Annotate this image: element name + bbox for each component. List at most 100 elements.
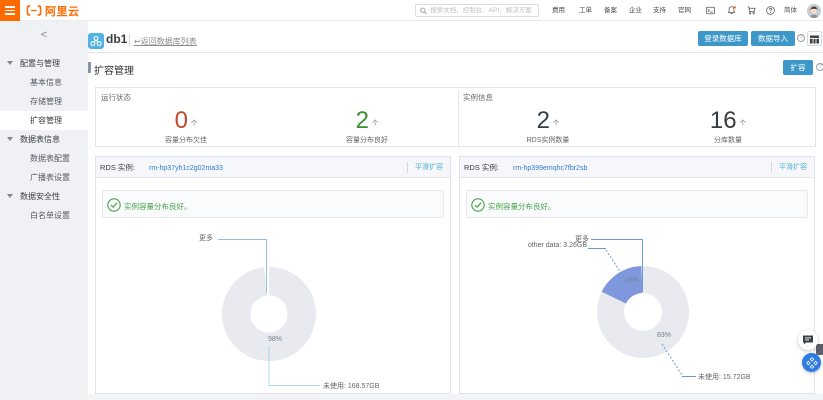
stat-label: 容量分布欠佳 — [126, 135, 246, 145]
language-switch[interactable]: 简体 — [784, 0, 797, 21]
stat-value: 16 — [710, 107, 737, 134]
aliyun-logo-icon — [26, 4, 42, 17]
database-icon — [88, 33, 104, 49]
divider — [771, 162, 772, 173]
expand-button[interactable]: 扩容 — [783, 60, 813, 75]
sidebar-item-broadcast[interactable]: 广播表设置 — [0, 168, 88, 187]
stat-unit: 个 — [740, 120, 747, 127]
speech-bubble-icon — [802, 335, 814, 346]
db-name: db1 — [106, 32, 127, 46]
sidebar-group-label: 数据表信息 — [20, 135, 60, 144]
chart-label-unused: 未使用: 168.57GB — [323, 381, 379, 391]
stat-capacity-poor: 0个 容量分布欠佳 — [126, 104, 246, 145]
data-import-button[interactable]: 数据导入 — [751, 31, 795, 46]
hamburger-menu-icon[interactable] — [0, 0, 20, 21]
stat-unit: 个 — [372, 120, 379, 127]
assistant-fab[interactable] — [802, 353, 821, 372]
main-content: db1 ↩返回数据库列表 登录数据库 数据导入 ? 扩容管理 扩容 ? 运行状态… — [88, 21, 823, 400]
sidebar-nav: 配置与管理 基本信息 存储管理 扩容管理 数据表信息 数据表配置 广播表设置 数… — [0, 54, 88, 225]
back-link-text: 返回数据库列表 — [141, 37, 197, 46]
aliyun-logo[interactable]: 阿里云 — [26, 3, 80, 18]
layout-grid-icon[interactable] — [807, 31, 822, 46]
topnav-icp[interactable]: 备案 — [604, 0, 617, 21]
smooth-scaleout-link[interactable]: 平滑扩容 — [779, 157, 807, 178]
chart-label-pct: 98% — [261, 336, 289, 343]
stat-rds-count: 2个 RDS实例数量 — [488, 104, 608, 145]
chart-label-other: other data: 3.26GB — [490, 242, 587, 249]
divider — [458, 90, 459, 146]
stat-value: 2 — [537, 107, 550, 134]
chart-label-more: 更多 — [177, 233, 213, 243]
stats-right-title: 实例信息 — [463, 92, 493, 103]
sidebar-group-label: 数据安全性 — [20, 192, 60, 201]
sidebar-group-tables[interactable]: 数据表信息 — [0, 130, 88, 149]
db-header: db1 ↩返回数据库列表 登录数据库 数据导入 ? — [88, 21, 823, 53]
sidebar-item-expansion[interactable]: 扩容管理 — [0, 111, 88, 130]
stat-capacity-good: 2个 容量分布良好 — [307, 104, 427, 145]
chevron-down-icon — [7, 137, 13, 141]
stat-unit: 个 — [553, 120, 560, 127]
sidebar-item-table-config[interactable]: 数据表配置 — [0, 149, 88, 168]
help-icon[interactable]: ? — [797, 34, 805, 42]
cart-icon[interactable] — [747, 6, 756, 15]
stats-left-title: 运行状态 — [101, 92, 131, 103]
rds-card-1-header: RDS 实例: rm-hp37yh1c2g02ma33 平滑扩容 — [96, 157, 450, 178]
chart-label-slice-pct: 16% — [617, 277, 647, 284]
topnav-support[interactable]: 支持 — [653, 0, 666, 21]
donut-chart-2: 更多 other data: 3.26GB 16% 83% 未使用: 15.72… — [460, 178, 814, 394]
stats-panel: 运行状态 实例信息 0个 容量分布欠佳 2个 容量分布良好 2个 RDS实例数量… — [95, 87, 816, 147]
topnav-tickets[interactable]: 工单 — [579, 0, 592, 21]
stat-value: 0 — [175, 107, 188, 134]
chart-label-pct: 83% — [648, 332, 680, 339]
topnav-website[interactable]: 官网 — [678, 0, 691, 21]
stat-value: 2 — [356, 107, 369, 134]
chevron-down-icon — [7, 194, 13, 198]
rds-card-2-header: RDS 实例: rm-hp399emqhc7fbr2sb 平滑扩容 — [460, 157, 814, 178]
topbar-search[interactable] — [415, 4, 539, 17]
stat-unit: 个 — [191, 120, 198, 127]
topnav-enterprise[interactable]: 企业 — [629, 0, 642, 21]
chart-label-unused: 未使用: 15.72GB — [698, 372, 751, 382]
donut-chart-1: 更多 98% 未使用: 168.57GB — [96, 178, 450, 394]
feedback-tag[interactable] — [816, 344, 823, 355]
page-background — [88, 394, 823, 400]
diamond-grid-icon — [806, 357, 817, 368]
topnav-billing[interactable]: 费用 — [552, 0, 565, 21]
sidebar-collapse-button[interactable]: < — [0, 29, 88, 49]
rds-label: RDS 实例: — [464, 163, 499, 172]
rds-card-1: RDS 实例:rm-hp37yh1c2g02ma33 平滑扩容 实例容量分布良好… — [95, 156, 451, 394]
rds-card-2: RDS 实例:rm-hp399emqhc7fbr2sb 平滑扩容 实例容量分布良… — [459, 156, 815, 394]
feedback-fab[interactable] — [798, 330, 818, 350]
smooth-scaleout-link[interactable]: 平滑扩容 — [415, 157, 443, 178]
sidebar-item-whitelist[interactable]: 白名单设置 — [0, 206, 88, 225]
stat-shard-count: 16个 分库数量 — [668, 104, 788, 145]
divider — [407, 162, 408, 173]
back-to-db-list-link[interactable]: ↩返回数据库列表 — [134, 36, 197, 47]
stat-label: 分库数量 — [668, 135, 788, 145]
rds-instance-link[interactable]: rm-hp399emqhc7fbr2sb — [513, 165, 587, 172]
divider — [129, 34, 130, 46]
search-icon — [420, 7, 427, 15]
sidebar-group-security[interactable]: 数据安全性 — [0, 187, 88, 206]
topbar: 阿里云 费用 工单 备案 企业 支持 官网 简体 — [0, 0, 823, 21]
sidebar: < 配置与管理 基本信息 存储管理 扩容管理 数据表信息 数据表配置 广播表设置… — [0, 21, 88, 400]
sidebar-group-label: 配置与管理 — [20, 59, 60, 68]
login-database-button[interactable]: 登录数据库 — [698, 31, 748, 46]
sidebar-item-basic-info[interactable]: 基本信息 — [0, 73, 88, 92]
sidebar-group-config[interactable]: 配置与管理 — [0, 54, 88, 73]
title-accent-bar — [88, 62, 91, 73]
help-icon[interactable]: ? — [816, 63, 823, 71]
section-header: 扩容管理 扩容 ? — [88, 53, 823, 81]
bell-icon[interactable] — [727, 6, 736, 15]
chevron-down-icon — [7, 61, 13, 65]
labelline-unused-dashed — [662, 344, 682, 375]
cloudshell-icon[interactable] — [706, 6, 715, 15]
help-icon[interactable] — [766, 6, 775, 15]
rds-label: RDS 实例: — [100, 163, 135, 172]
search-input[interactable] — [430, 7, 534, 14]
rds-instance-link[interactable]: rm-hp37yh1c2g02ma33 — [149, 165, 223, 172]
stat-label: RDS实例数量 — [488, 135, 608, 145]
sidebar-item-storage[interactable]: 存储管理 — [0, 92, 88, 111]
page-title: 扩容管理 — [94, 62, 134, 77]
avatar[interactable] — [807, 4, 821, 18]
